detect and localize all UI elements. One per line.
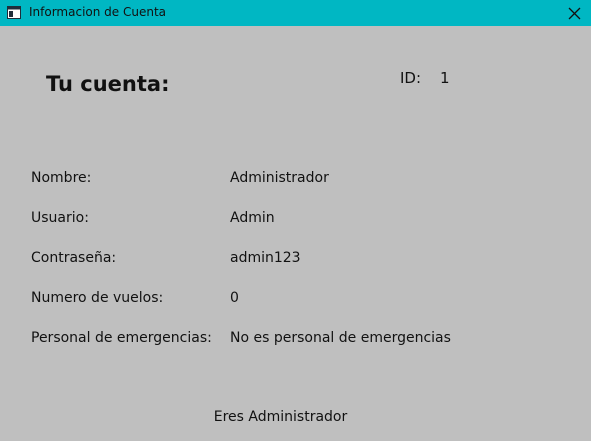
role-status-text: Eres Administrador [213, 409, 348, 425]
password-label: Contraseña: [31, 250, 117, 266]
username-label: Usuario: [31, 210, 89, 226]
emergency-staff-value: No es personal de emergencias [230, 330, 451, 346]
password-value: admin123 [230, 250, 301, 266]
id-label: ID: [400, 69, 422, 87]
flight-count-label: Numero de vuelos: [31, 290, 164, 306]
name-value: Administrador [230, 170, 329, 186]
window-title: Informacion de Cuenta [29, 5, 167, 19]
username-value: Admin [230, 210, 275, 226]
close-icon [568, 7, 580, 19]
title-bar[interactable]: Informacion de Cuenta [0, 0, 591, 26]
account-heading: Tu cuenta: [46, 72, 170, 96]
account-info-window: Informacion de Cuenta Tu cuenta: ID: 1 N… [0, 0, 591, 441]
emergency-staff-label: Personal de emergencias: [31, 330, 212, 346]
id-value: 1 [440, 69, 450, 87]
name-label: Nombre: [31, 170, 92, 186]
close-button[interactable] [557, 0, 591, 26]
window-icon [7, 6, 21, 19]
flight-count-value: 0 [230, 290, 239, 306]
